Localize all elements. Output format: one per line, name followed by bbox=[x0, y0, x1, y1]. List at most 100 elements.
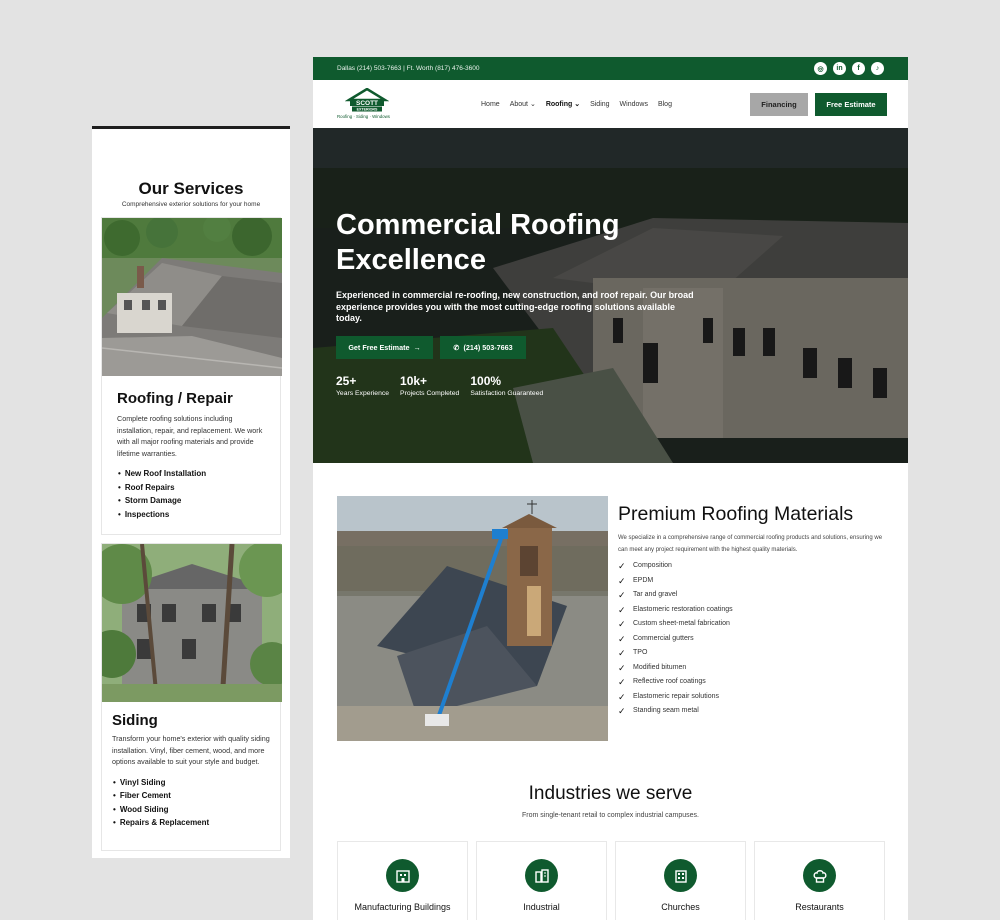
social-links: ◎ in f ♪ bbox=[814, 62, 884, 75]
siding-photo bbox=[102, 544, 282, 702]
list-item: Inspections bbox=[118, 508, 280, 522]
industry-label: Churches bbox=[661, 902, 700, 912]
linkedin-icon[interactable]: in bbox=[833, 62, 846, 75]
get-free-estimate-button[interactable]: Get Free Estimate → bbox=[336, 335, 433, 359]
nav-menu: Home About ⌄ Roofing ⌄ Siding Windows Bl… bbox=[481, 100, 672, 109]
industries-title: Industries we serve bbox=[528, 783, 693, 804]
hero-section: Commercial Roofing Excellence Experience… bbox=[313, 128, 908, 463]
mobile-preview: Our Services Comprehensive exterior solu… bbox=[92, 126, 290, 858]
hero-title: Commercial Roofing Excellence bbox=[336, 209, 620, 276]
list-item: Vinyl Siding bbox=[113, 776, 280, 790]
chevron-down-icon: ⌄ bbox=[529, 101, 536, 108]
checkmark-icon: ✓ bbox=[618, 561, 626, 571]
checkmark-icon: ✓ bbox=[618, 633, 626, 644]
stat-satisfaction: 100% Satisfaction Guaranteed bbox=[470, 373, 544, 397]
materials-text: Premium Roofing Materials We specialize … bbox=[618, 503, 888, 719]
material-item: ✓ Commercial gutters bbox=[618, 632, 888, 647]
industry-label: Manufacturing Buildings bbox=[354, 902, 451, 912]
service-card-list: Vinyl Siding Fiber Cement Wood Siding Re… bbox=[113, 776, 280, 830]
arrow-right-icon: → bbox=[413, 342, 421, 352]
hero-buttons: Get Free Estimate → ✆ (214) 503-7663 bbox=[336, 335, 696, 359]
material-item: ✓ Standing seam metal bbox=[618, 704, 888, 719]
tiktok-icon[interactable]: ♪ bbox=[871, 62, 884, 75]
materials-description: We specialize in a comprehensive range o… bbox=[618, 535, 883, 553]
financing-button[interactable]: Financing bbox=[750, 92, 808, 116]
industries-grid: Manufacturing Buildings Industrial Churc… bbox=[337, 841, 908, 920]
checkmark-icon: ✓ bbox=[618, 575, 626, 586]
material-item: ✓ Elastomeric restoration coatings bbox=[618, 603, 888, 618]
checkmark-icon: ✓ bbox=[618, 691, 626, 702]
stat-projects: 10k+ Projects Completed bbox=[400, 373, 460, 397]
list-item: Fiber Cement bbox=[113, 789, 280, 803]
list-item: Repairs & Replacement bbox=[113, 816, 280, 830]
industry-card-churches[interactable]: Churches bbox=[615, 841, 746, 920]
material-item: ✓ Modified bitumen bbox=[618, 661, 888, 676]
industries-subtitle: From single-tenant retail to complex ind… bbox=[521, 812, 700, 819]
logo-subtext: EXTERIORS bbox=[357, 108, 378, 112]
service-card-title: Roofing / Repair bbox=[117, 390, 233, 407]
checkmark-icon: ✓ bbox=[618, 619, 626, 629]
materials-title: Premium Roofing Materials bbox=[618, 503, 854, 525]
roofing-photo bbox=[102, 218, 282, 376]
church-roof-photo bbox=[337, 496, 608, 741]
industry-card-industrial[interactable]: Industrial bbox=[476, 841, 607, 920]
hero-text: Experienced in commercial re-roofing, ne… bbox=[336, 290, 694, 323]
church-icon bbox=[664, 859, 697, 892]
phone-numbers[interactable]: Dallas (214) 503-7663 | Ft. Worth (817) … bbox=[337, 65, 479, 72]
material-item: ✓ Custom sheet-metal fabrication bbox=[618, 617, 888, 632]
list-item: Wood Siding bbox=[113, 803, 280, 817]
hero-stats: 25+ Years Experience 10k+ Projects Complet… bbox=[336, 374, 696, 397]
chef-hat-icon bbox=[803, 859, 836, 892]
service-card-siding[interactable]: Siding Transform your home's exterior wi… bbox=[101, 543, 282, 851]
list-item: New Roof Installation bbox=[118, 467, 280, 481]
material-item: ✓ Composition bbox=[618, 559, 888, 574]
nav-item-roofing[interactable]: Roofing ⌄ bbox=[546, 100, 580, 108]
industry-label: Restaurants bbox=[795, 902, 844, 912]
nav-item-windows[interactable]: Windows bbox=[620, 101, 648, 108]
facebook-icon[interactable]: f bbox=[852, 62, 865, 75]
service-card-description: Complete roofing solutions including ins… bbox=[117, 414, 263, 458]
material-item: ✓ Tar and gravel bbox=[618, 588, 888, 603]
service-card-title: Siding bbox=[112, 712, 158, 729]
main-nav: SCOTT EXTERIORS Roofing · Siding · Windo… bbox=[313, 80, 908, 128]
material-item: ✓ Reflective roof coatings bbox=[618, 675, 888, 690]
service-card-roofing[interactable]: Roofing / Repair Complete roofing soluti… bbox=[101, 217, 282, 535]
nav-item-blog[interactable]: Blog bbox=[658, 101, 672, 108]
list-item: Storm Damage bbox=[118, 494, 280, 508]
desktop-preview: Dallas (214) 503-7663 | Ft. Worth (817) … bbox=[313, 57, 908, 920]
industries-section: Industries we serve From single-tenant r… bbox=[313, 783, 908, 920]
checkmark-icon: ✓ bbox=[618, 662, 626, 673]
free-estimate-button[interactable]: Free Estimate bbox=[815, 92, 887, 116]
logo-tagline: Roofing · Siding · Windows bbox=[337, 114, 390, 119]
services-title: Our Services bbox=[138, 179, 244, 198]
stat-years: 25+ Years Experience bbox=[336, 373, 390, 397]
industry-label: Industrial bbox=[523, 902, 560, 912]
hero-content: Commercial Roofing Excellence Experience… bbox=[336, 208, 696, 397]
services-subtitle: Comprehensive exterior solutions for you… bbox=[121, 201, 261, 208]
logo[interactable]: SCOTT EXTERIORS Roofing · Siding · Windo… bbox=[337, 86, 401, 122]
checkmark-icon: ✓ bbox=[618, 590, 626, 600]
industry-card-manufacturing[interactable]: Manufacturing Buildings bbox=[337, 841, 468, 920]
checkmark-icon: ✓ bbox=[618, 706, 626, 716]
call-phone-button[interactable]: ✆ (214) 503-7663 bbox=[440, 335, 526, 359]
service-card-description: Transform your home's exterior with qual… bbox=[112, 734, 270, 766]
checkmark-icon: ✓ bbox=[618, 677, 626, 687]
industry-card-restaurants[interactable]: Restaurants bbox=[754, 841, 885, 920]
nav-item-siding[interactable]: Siding bbox=[590, 101, 609, 108]
materials-list: ✓ Composition ✓ EPDM ✓ Tar and gravel ✓ Elas… bbox=[618, 559, 888, 719]
nav-item-home[interactable]: Home bbox=[481, 101, 500, 108]
materials-section: Premium Roofing Materials We specialize … bbox=[313, 463, 908, 753]
phone-icon: ✆ bbox=[453, 342, 460, 352]
logo-text: SCOTT bbox=[356, 100, 378, 107]
material-item: ✓ TPO bbox=[618, 646, 888, 661]
industrial-building-icon bbox=[525, 859, 558, 892]
instagram-icon[interactable]: ◎ bbox=[814, 62, 827, 75]
checkmark-icon: ✓ bbox=[618, 648, 626, 658]
chevron-down-icon: ⌄ bbox=[574, 101, 581, 108]
checkmark-icon: ✓ bbox=[618, 604, 626, 615]
nav-item-about[interactable]: About ⌄ bbox=[510, 100, 536, 108]
list-item: Roof Repairs bbox=[118, 481, 280, 495]
top-bar: Dallas (214) 503-7663 | Ft. Worth (817) … bbox=[313, 57, 908, 80]
factory-icon bbox=[386, 859, 419, 892]
material-item: ✓ EPDM bbox=[618, 574, 888, 589]
